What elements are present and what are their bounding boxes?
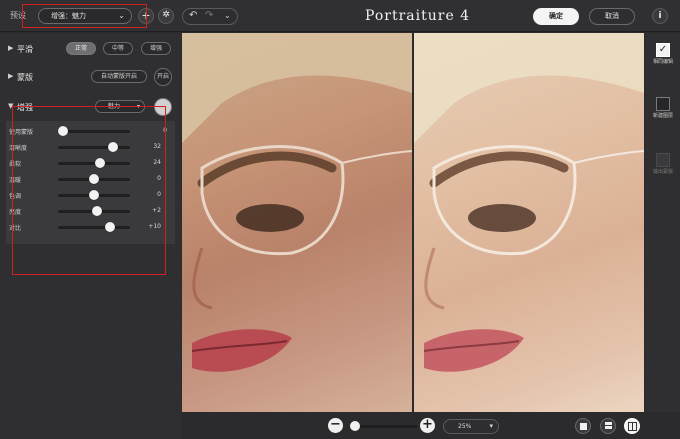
annotation-box-enhance: [12, 106, 166, 275]
checkbox-checked-icon[interactable]: ✓: [656, 43, 670, 57]
portraiture-window: 预设 增强：魅力 ⌄ + ✲ ↶ ↷ ⌄ Portraiture 4 确定 取消…: [0, 0, 680, 439]
new-layer-option[interactable]: 新建图层: [651, 97, 675, 120]
settings-button[interactable]: ✲: [158, 8, 174, 24]
mask-toggle-button[interactable]: 开启: [154, 68, 172, 86]
chevron-right-icon: ▶: [8, 44, 14, 52]
split-horizontal-view-button[interactable]: [600, 418, 616, 434]
checkbox-icon[interactable]: [656, 97, 670, 111]
zoom-in-button[interactable]: +: [420, 418, 435, 433]
minus-icon: −: [330, 417, 341, 432]
section-mask[interactable]: ▶ 蒙版 自动蒙版开启 开启: [0, 67, 181, 87]
output-mask-option: 输出蒙版: [651, 153, 675, 176]
option-label: 新建图层: [652, 113, 673, 119]
undo-icon[interactable]: ↶: [189, 10, 197, 21]
smoothing-strong-option[interactable]: 增强: [141, 42, 171, 55]
info-icon: i: [658, 11, 662, 21]
after-preview-image[interactable]: [414, 33, 644, 412]
option-label: 相同编辑: [652, 59, 673, 65]
before-preview-image[interactable]: [182, 33, 412, 412]
info-button[interactable]: i: [652, 8, 668, 24]
redo-icon[interactable]: ↷: [205, 10, 213, 21]
zoom-slider-handle[interactable]: [350, 421, 360, 431]
zoom-out-button[interactable]: −: [328, 418, 343, 433]
split-horizontal-icon: [605, 422, 612, 425]
split-vertical-view-button[interactable]: [624, 418, 640, 434]
section-label: 平滑: [17, 45, 33, 54]
same-layer-option[interactable]: ✓ 相同编辑: [651, 43, 675, 66]
portrait-before: [182, 33, 412, 372]
output-options-rail: ✓ 相同编辑 新建图层 输出蒙版: [645, 33, 680, 412]
plus-icon: +: [422, 417, 433, 432]
option-label: 输出蒙版: [652, 169, 673, 175]
zoom-slider-track[interactable]: [355, 425, 417, 428]
history-controls: ↶ ↷ ⌄: [182, 8, 238, 25]
annotation-box-preset: [22, 4, 147, 28]
smoothing-medium-option[interactable]: 中等: [103, 42, 133, 55]
zoom-level-dropdown[interactable]: 25% ▾: [443, 419, 499, 434]
gear-icon: ✲: [162, 10, 170, 20]
single-view-button[interactable]: [575, 418, 591, 434]
checkbox-disabled-icon: [656, 153, 670, 167]
app-title: Portraiture 4: [365, 8, 471, 24]
auto-mask-button[interactable]: 自动蒙版开启: [91, 70, 147, 83]
cancel-button[interactable]: 取消: [589, 8, 635, 25]
chevron-down-icon[interactable]: ⌄: [224, 11, 231, 20]
single-view-icon: [580, 423, 587, 430]
portrait-after: [414, 33, 644, 372]
section-label: 蒙版: [17, 73, 33, 82]
smoothing-normal-option[interactable]: 正常: [66, 42, 96, 55]
split-vertical-icon: [628, 422, 637, 431]
zoom-value: 25%: [458, 423, 472, 430]
bottom-toolbar: − + 25% ▾: [182, 412, 680, 439]
ok-button[interactable]: 确定: [533, 8, 579, 25]
chevron-right-icon: ▶: [8, 72, 14, 80]
chevron-down-icon: ▾: [489, 422, 493, 430]
section-smoothing[interactable]: ▶ 平滑 正常 中等 增强: [0, 39, 181, 59]
